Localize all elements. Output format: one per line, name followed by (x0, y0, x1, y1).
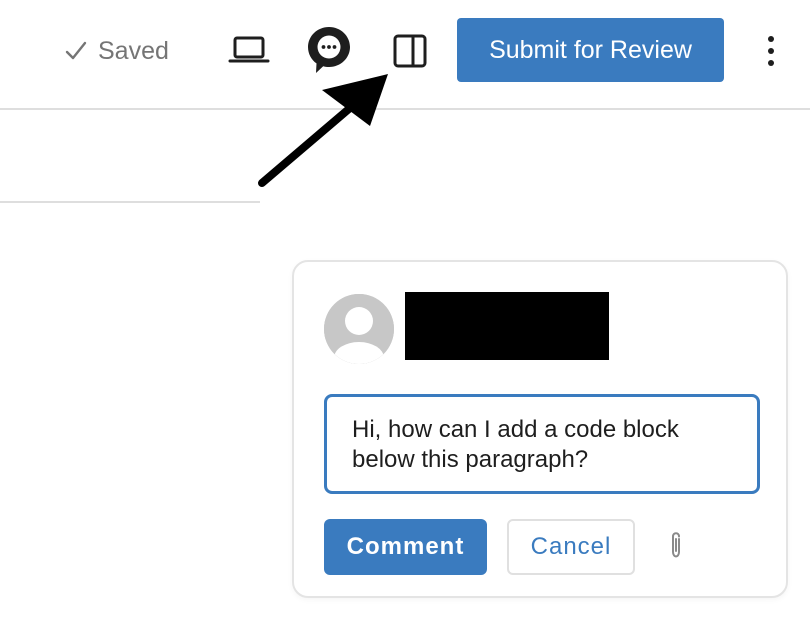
comments-button[interactable] (304, 24, 354, 76)
preview-button[interactable] (226, 30, 272, 70)
more-vertical-icon (767, 34, 775, 68)
paperclip-icon (666, 531, 686, 561)
attach-file-button[interactable] (664, 530, 688, 562)
new-comment-card: Hi, how can I add a code block below thi… (292, 260, 788, 598)
check-icon (64, 39, 88, 63)
redacted-author-name (405, 292, 609, 360)
cancel-button[interactable]: Cancel (507, 519, 635, 575)
saved-status: Saved (64, 34, 169, 68)
settings-sidebar-toggle[interactable] (388, 30, 432, 72)
editor-page: Saved Submit for Review Hi, how can I ad… (0, 0, 810, 628)
comment-bubble-icon (306, 25, 352, 75)
sidebar-toggle-icon (392, 33, 428, 69)
comment-input[interactable]: Hi, how can I add a code block below thi… (324, 394, 760, 494)
more-options-button[interactable] (756, 30, 786, 72)
editor-toolbar: Saved Submit for Review (0, 0, 810, 110)
saved-label: Saved (98, 36, 169, 65)
submit-for-review-button[interactable]: Submit for Review (457, 18, 724, 82)
title-divider (0, 201, 260, 203)
laptop-icon (228, 35, 270, 65)
user-avatar-icon (324, 294, 394, 364)
comment-button[interactable]: Comment (324, 519, 487, 575)
